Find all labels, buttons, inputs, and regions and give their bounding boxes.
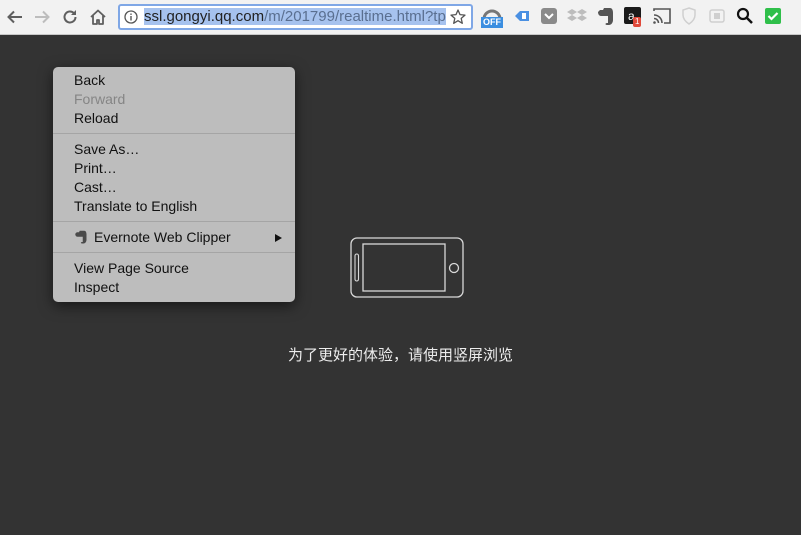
off-badge: OFF [481, 17, 503, 28]
menu-item-view-source[interactable]: View Page Source [53, 259, 295, 278]
submenu-arrow-icon [275, 234, 282, 242]
url-text[interactable]: ssl.gongyi.qq.com/m/201799/realtime.html… [144, 8, 448, 26]
checkmark-icon[interactable] [764, 7, 784, 27]
menu-item-label: Evernote Web Clipper [94, 229, 231, 245]
amazon-icon[interactable]: a 1 [624, 7, 644, 27]
menu-item-inspect[interactable]: Inspect [53, 278, 295, 297]
menu-item-translate[interactable]: Translate to English [53, 197, 295, 216]
arrow-right-icon [35, 10, 50, 24]
evernote-icon[interactable] [596, 7, 616, 27]
notification-badge: 1 [633, 17, 642, 27]
menu-item-evernote[interactable]: Evernote Web Clipper [53, 228, 295, 247]
menu-item-cast[interactable]: Cast… [53, 178, 295, 197]
menu-item-forward[interactable]: Forward [53, 90, 295, 109]
menu-item-back[interactable]: Back [53, 71, 295, 90]
evernote-icon [75, 230, 87, 244]
back-button[interactable] [4, 6, 26, 28]
url-host: ssl.gongyi.qq.com [144, 8, 265, 25]
forward-button[interactable] [31, 6, 53, 28]
reader-icon[interactable] [708, 7, 728, 27]
reload-icon [63, 10, 77, 24]
landscape-phone-icon [350, 237, 464, 298]
info-icon[interactable] [124, 10, 138, 24]
menu-separator [53, 252, 295, 253]
menu-item-print[interactable]: Print… [53, 159, 295, 178]
adblock-icon[interactable]: OFF [481, 7, 503, 28]
cast-icon[interactable] [652, 7, 672, 27]
arrow-left-icon [7, 10, 22, 24]
menu-item-reload[interactable]: Reload [53, 109, 295, 128]
home-button[interactable] [87, 6, 109, 28]
reload-button[interactable] [59, 6, 81, 28]
menu-item-save-as[interactable]: Save As… [53, 140, 295, 159]
pocket-icon[interactable] [540, 7, 560, 27]
tag-icon[interactable] [513, 7, 533, 27]
rotate-hint-text: 为了更好的体验，请使用竖屏浏览 [287, 346, 513, 364]
address-bar[interactable]: ssl.gongyi.qq.com/m/201799/realtime.html… [118, 4, 473, 30]
shield-icon[interactable] [680, 7, 700, 27]
url-path: /m/201799/realtime.html?tp [264, 8, 446, 25]
search-icon[interactable] [736, 7, 756, 27]
bookmark-star-icon[interactable] [449, 8, 467, 26]
menu-separator [53, 133, 295, 134]
dropbox-icon[interactable] [567, 7, 587, 27]
home-icon [90, 9, 106, 25]
menu-separator [53, 221, 295, 222]
context-menu: Back Forward Reload Save As… Print… Cast… [53, 67, 295, 302]
browser-toolbar: ssl.gongyi.qq.com/m/201799/realtime.html… [0, 0, 801, 35]
